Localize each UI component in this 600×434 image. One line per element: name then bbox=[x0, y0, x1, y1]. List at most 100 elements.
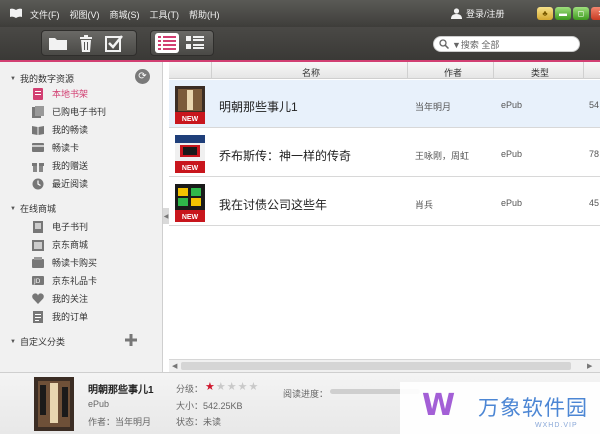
app-logo-icon bbox=[10, 8, 22, 18]
rating-label: 分级： bbox=[176, 384, 204, 394]
heart-icon bbox=[32, 293, 44, 305]
section-my-resources[interactable]: ▼ 我的数字资源 bbox=[10, 72, 74, 85]
book-author: 肖兵 bbox=[415, 200, 434, 210]
svg-text:JD: JD bbox=[33, 278, 41, 285]
column-header-name[interactable]: 名称 bbox=[302, 66, 320, 79]
gift-icon bbox=[32, 160, 44, 172]
star-icon[interactable]: ★ bbox=[216, 380, 226, 393]
sidebar-item-recent[interactable]: 最近阅读 bbox=[32, 177, 88, 190]
column-header-type[interactable]: 类型 bbox=[531, 66, 549, 79]
star-icon[interactable]: ★ bbox=[205, 380, 215, 393]
watermark-logo: W bbox=[422, 388, 455, 423]
menu-tools[interactable]: 工具(T) bbox=[150, 8, 180, 21]
menu-help[interactable]: 帮助(H) bbox=[189, 8, 220, 21]
sidebar-item-follows[interactable]: 我的关注 bbox=[32, 292, 88, 305]
collapse-triangle-icon: ▼ bbox=[10, 205, 16, 212]
collapse-triangle-icon: ▼ bbox=[10, 338, 16, 345]
book-author: 王咏刚，周虹 bbox=[415, 151, 470, 161]
table-row[interactable]: NEW 我在讨债公司这些年 肖兵 ePub 45 bbox=[169, 178, 600, 226]
star-icon[interactable]: ★ bbox=[238, 380, 248, 393]
user-icon bbox=[451, 8, 462, 19]
book-type: ePub bbox=[501, 198, 523, 208]
add-category-icon[interactable] bbox=[125, 334, 137, 346]
detail-author: 作者：当年明月 bbox=[88, 417, 152, 427]
skin-button[interactable]: ♣ bbox=[537, 7, 553, 20]
sidebar-item-my-reading[interactable]: 我的畅读 bbox=[32, 123, 88, 136]
column-header-author[interactable]: 作者 bbox=[444, 66, 462, 79]
sidebar-item-orders[interactable]: 我的订单 bbox=[32, 310, 88, 323]
table-row[interactable]: NEW 明朝那些事儿1 当年明月 ePub 54 bbox=[169, 80, 600, 128]
select-button[interactable] bbox=[102, 33, 126, 53]
sidebar-item-label: 我的赠送 bbox=[52, 161, 89, 171]
sidebar-item-label: 京东商城 bbox=[52, 240, 89, 250]
detail-size: 大小：542.25KB bbox=[176, 401, 243, 411]
scroll-right-icon[interactable]: ▶ bbox=[587, 362, 592, 370]
section-label: 在线商城 bbox=[19, 204, 56, 214]
menu-view[interactable]: 视图(V) bbox=[70, 8, 100, 21]
refresh-icon[interactable]: ⟳ bbox=[135, 69, 150, 84]
sidebar-item-giftcard[interactable]: JD 京东礼品卡 bbox=[32, 274, 97, 287]
search-placeholder: ▼搜索 全部 bbox=[452, 39, 500, 50]
maximize-button[interactable]: ◻ bbox=[573, 7, 589, 20]
detail-format: ePub bbox=[88, 399, 110, 409]
list-view-button[interactable] bbox=[155, 33, 179, 53]
sidebar-item-label: 我的畅读 bbox=[52, 125, 89, 135]
table-row[interactable]: NEW 乔布斯传：神一样的传奇 王咏刚，周虹 ePub 78 bbox=[169, 129, 600, 177]
column-separator bbox=[493, 62, 494, 79]
open-book-icon bbox=[32, 124, 44, 136]
menu-store[interactable]: 商城(S) bbox=[110, 8, 140, 21]
book-title: 我在讨债公司这些年 bbox=[219, 198, 328, 212]
detail-view-button[interactable] bbox=[183, 33, 207, 53]
section-online-store[interactable]: ▼ 在线商城 bbox=[10, 202, 56, 215]
list-view-icon bbox=[158, 36, 176, 50]
search-icon bbox=[439, 39, 449, 49]
sidebar-item-my-gifts[interactable]: 我的赠送 bbox=[32, 159, 88, 172]
delete-button[interactable] bbox=[74, 33, 98, 53]
scroll-thumb[interactable] bbox=[181, 362, 571, 370]
purchased-icon bbox=[32, 105, 44, 118]
table-header: 名称 作者 类型 bbox=[169, 62, 600, 79]
sidebar-item-jd-store[interactable]: 京东商城 bbox=[32, 238, 88, 251]
column-separator bbox=[583, 62, 584, 79]
sidebar-item-reading-card[interactable]: 畅读卡 bbox=[32, 141, 79, 154]
progress-label: 阅读进度： bbox=[283, 389, 329, 399]
login-button[interactable]: 登录/注册 bbox=[450, 7, 505, 20]
sidebar-item-label: 本地书架 bbox=[52, 89, 89, 99]
section-custom-categories[interactable]: ▼ 自定义分类 bbox=[10, 335, 65, 348]
file-actions-group bbox=[41, 30, 137, 56]
sidebar-item-purchased[interactable]: 已购电子书刊 bbox=[32, 105, 106, 118]
book-title: 乔布斯传：神一样的传奇 bbox=[219, 149, 352, 163]
book-table: 名称 作者 类型 NEW 明朝那些事儿1 当年明月 ePub 54 NEW 乔布… bbox=[169, 62, 600, 372]
book-cover: NEW bbox=[175, 184, 205, 222]
book-cover: NEW bbox=[175, 86, 205, 124]
sidebar-item-label: 京东礼品卡 bbox=[52, 276, 98, 286]
sidebar-item-card-buy[interactable]: 畅读卡购买 bbox=[32, 256, 97, 269]
sidebar-item-ebooks[interactable]: 电子书刊 bbox=[32, 220, 88, 233]
star-icon[interactable]: ★ bbox=[227, 380, 237, 393]
trash-icon bbox=[80, 34, 92, 52]
horizontal-scrollbar[interactable]: ◀ ▶ bbox=[169, 359, 600, 372]
detail-status: 状态：未读 bbox=[176, 417, 222, 427]
close-button[interactable]: ✕ bbox=[591, 7, 600, 20]
sidebar-item-label: 畅读卡购买 bbox=[52, 258, 98, 268]
menu-file[interactable]: 文件(F) bbox=[30, 8, 60, 21]
store-icon bbox=[32, 239, 44, 251]
rating-stars[interactable]: ★ ★ ★ ★ ★ bbox=[205, 380, 258, 393]
book-extra: 54 bbox=[589, 100, 600, 110]
watermark-subtext: WXHD.VIP bbox=[535, 422, 578, 429]
minimize-button[interactable]: ▬ bbox=[555, 7, 571, 20]
folder-icon bbox=[49, 38, 67, 50]
book-extra: 45 bbox=[589, 198, 600, 208]
login-label: 登录/注册 bbox=[466, 9, 505, 19]
search-box[interactable]: ▼搜索 全部 bbox=[433, 36, 580, 52]
star-icon[interactable]: ★ bbox=[249, 380, 259, 393]
book-type: ePub bbox=[501, 149, 523, 159]
detail-title: 明朝那些事儿1 bbox=[88, 385, 154, 396]
card-buy-icon bbox=[32, 256, 44, 269]
book-author: 当年明月 bbox=[415, 102, 452, 112]
detail-book-cover bbox=[34, 377, 74, 431]
open-folder-button[interactable] bbox=[46, 33, 70, 53]
sidebar-item-local-shelf[interactable]: 本地书架 bbox=[32, 87, 88, 100]
new-badge: NEW bbox=[182, 116, 199, 123]
scroll-left-icon[interactable]: ◀ bbox=[172, 362, 177, 370]
